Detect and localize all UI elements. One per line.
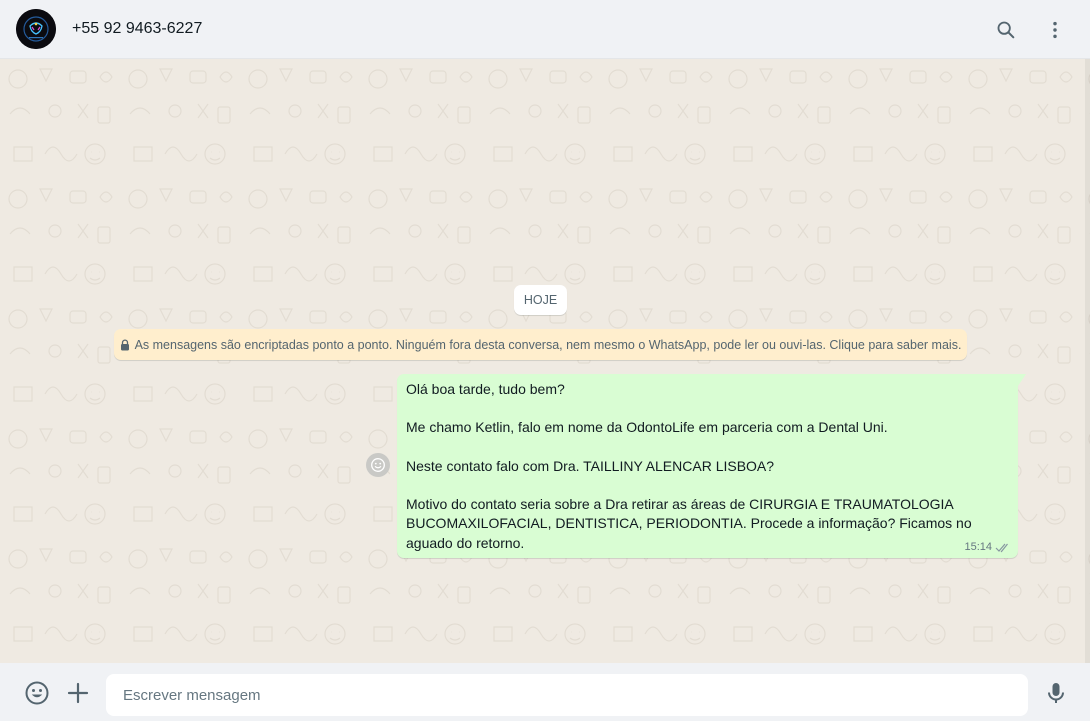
microphone-icon <box>1048 683 1064 703</box>
plus-icon <box>67 682 89 704</box>
date-divider: HOJE <box>514 285 567 315</box>
double-check-icon <box>995 543 1008 552</box>
voice-message-button[interactable] <box>1043 680 1069 706</box>
react-emoji-button[interactable] <box>366 453 390 477</box>
message-list[interactable]: HOJE As mensagens são encriptadas ponto … <box>0 59 1090 663</box>
emoji-button[interactable] <box>24 680 50 706</box>
encryption-notice[interactable]: As mensagens são encriptadas ponto a pon… <box>114 329 967 360</box>
smiley-icon <box>371 458 385 472</box>
whatsapp-chat-window: +55 92 9463-6227 HOJE As mensagens são e… <box>0 0 1090 721</box>
chat-scrollbar[interactable] <box>1085 59 1090 663</box>
menu-button[interactable] <box>1039 14 1071 46</box>
message-meta: 15:14 <box>964 541 1011 553</box>
contact-name[interactable]: +55 92 9463-6227 <box>72 19 202 39</box>
emoji-icon <box>25 681 49 705</box>
vertical-dots-icon <box>1053 21 1057 39</box>
chat-header[interactable]: +55 92 9463-6227 <box>0 0 1090 59</box>
search-button[interactable] <box>990 14 1022 46</box>
outgoing-message-bubble[interactable]: Olá boa tarde, tudo bem? Me chamo Ketlin… <box>397 374 1018 558</box>
chat-wallpaper-pattern <box>0 59 1090 663</box>
search-icon <box>997 21 1015 39</box>
compose-bar <box>0 663 1090 721</box>
message-text: Olá boa tarde, tudo bem? Me chamo Ketlin… <box>406 381 972 551</box>
bubble-tail <box>1018 374 1026 386</box>
lock-icon <box>120 338 130 351</box>
encryption-notice-text: As mensagens são encriptadas ponto a pon… <box>134 337 962 352</box>
contact-avatar[interactable] <box>16 9 56 49</box>
message-input[interactable] <box>106 674 1028 716</box>
attach-button[interactable] <box>65 680 91 706</box>
message-time: 15:14 <box>964 541 992 553</box>
